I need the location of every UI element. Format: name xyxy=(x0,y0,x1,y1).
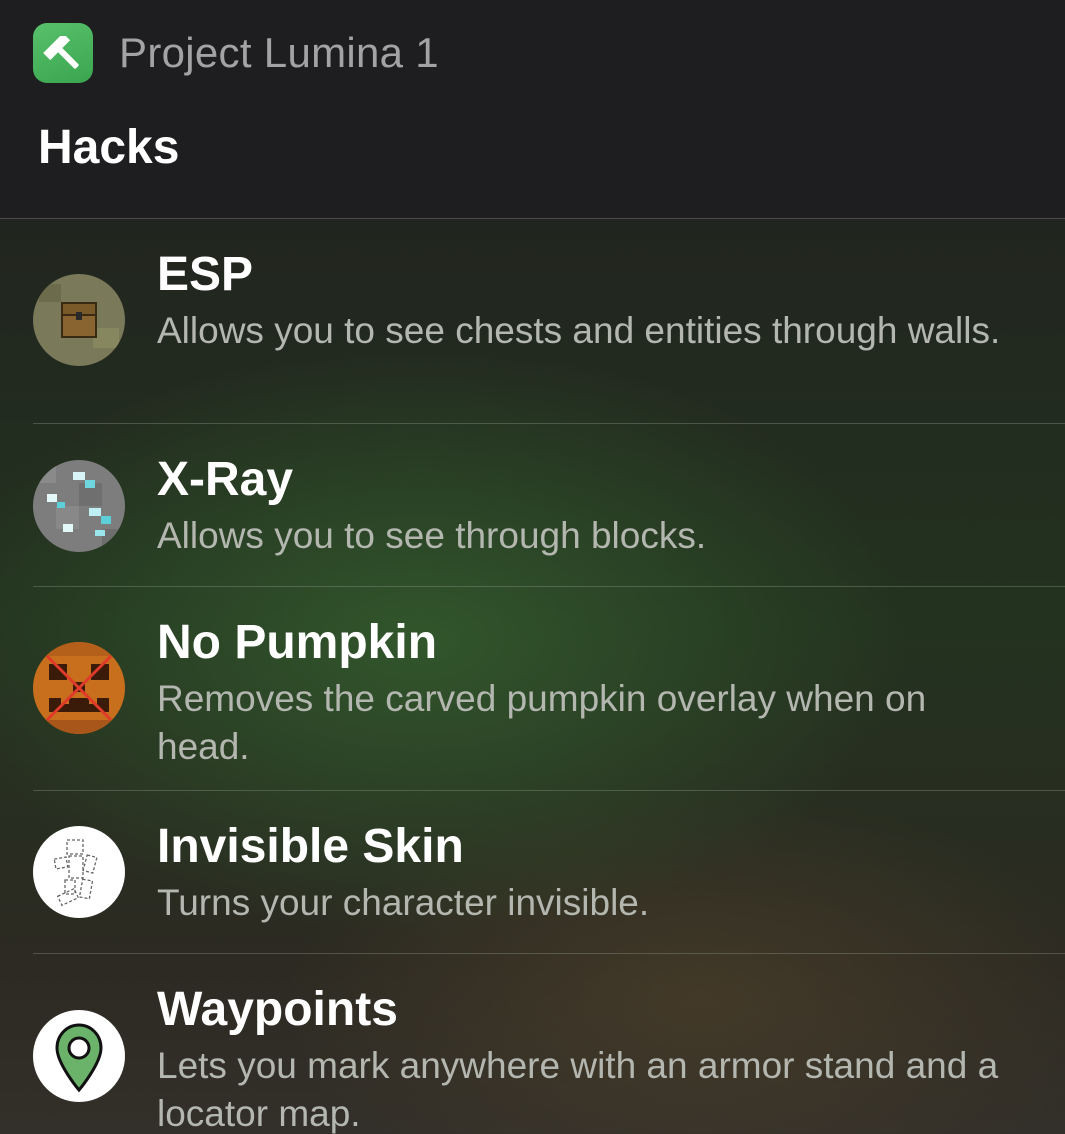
item-title: ESP xyxy=(157,248,254,301)
header: Project Lumina 1 Hacks xyxy=(0,0,1065,219)
list-item-esp[interactable]: ESP Allows you to see chests and entitie… xyxy=(33,219,1065,424)
app-name: Project Lumina 1 xyxy=(119,29,439,76)
item-title: Waypoints xyxy=(157,983,398,1036)
chest-icon xyxy=(33,274,125,366)
item-description: Lets you mark anywhere with an armor sta… xyxy=(157,1045,999,1134)
list-item-waypoints[interactable]: Waypoints Lets you mark anywhere with an… xyxy=(33,954,1065,1134)
item-title: Invisible Skin xyxy=(157,820,464,873)
hammer-icon xyxy=(33,23,93,83)
pumpkin-icon xyxy=(33,642,125,734)
list-item-invisible-skin[interactable]: Invisible Skin Turns your character invi… xyxy=(33,791,1065,954)
section-title: Hacks xyxy=(38,121,180,174)
item-description: Allows you to see through blocks. xyxy=(157,515,707,556)
app-title-row: Project Lumina 1 xyxy=(33,22,439,84)
invisible-skin-icon xyxy=(33,826,125,918)
hacks-list: ESP Allows you to see chests and entitie… xyxy=(0,219,1065,1134)
list-item-no-pumpkin[interactable]: No Pumpkin Removes the carved pumpkin ov… xyxy=(33,587,1065,791)
list-item-x-ray[interactable]: X-Ray Allows you to see through blocks. xyxy=(33,424,1065,587)
item-title: X-Ray xyxy=(157,453,294,506)
diamond-ore-icon xyxy=(33,460,125,552)
item-description: Allows you to see chests and entities th… xyxy=(157,310,1001,351)
item-description: Removes the carved pumpkin overlay when … xyxy=(157,678,927,767)
item-description: Turns your character invisible. xyxy=(157,882,650,923)
map-pin-icon xyxy=(33,1010,125,1102)
item-title: No Pumpkin xyxy=(157,616,438,669)
